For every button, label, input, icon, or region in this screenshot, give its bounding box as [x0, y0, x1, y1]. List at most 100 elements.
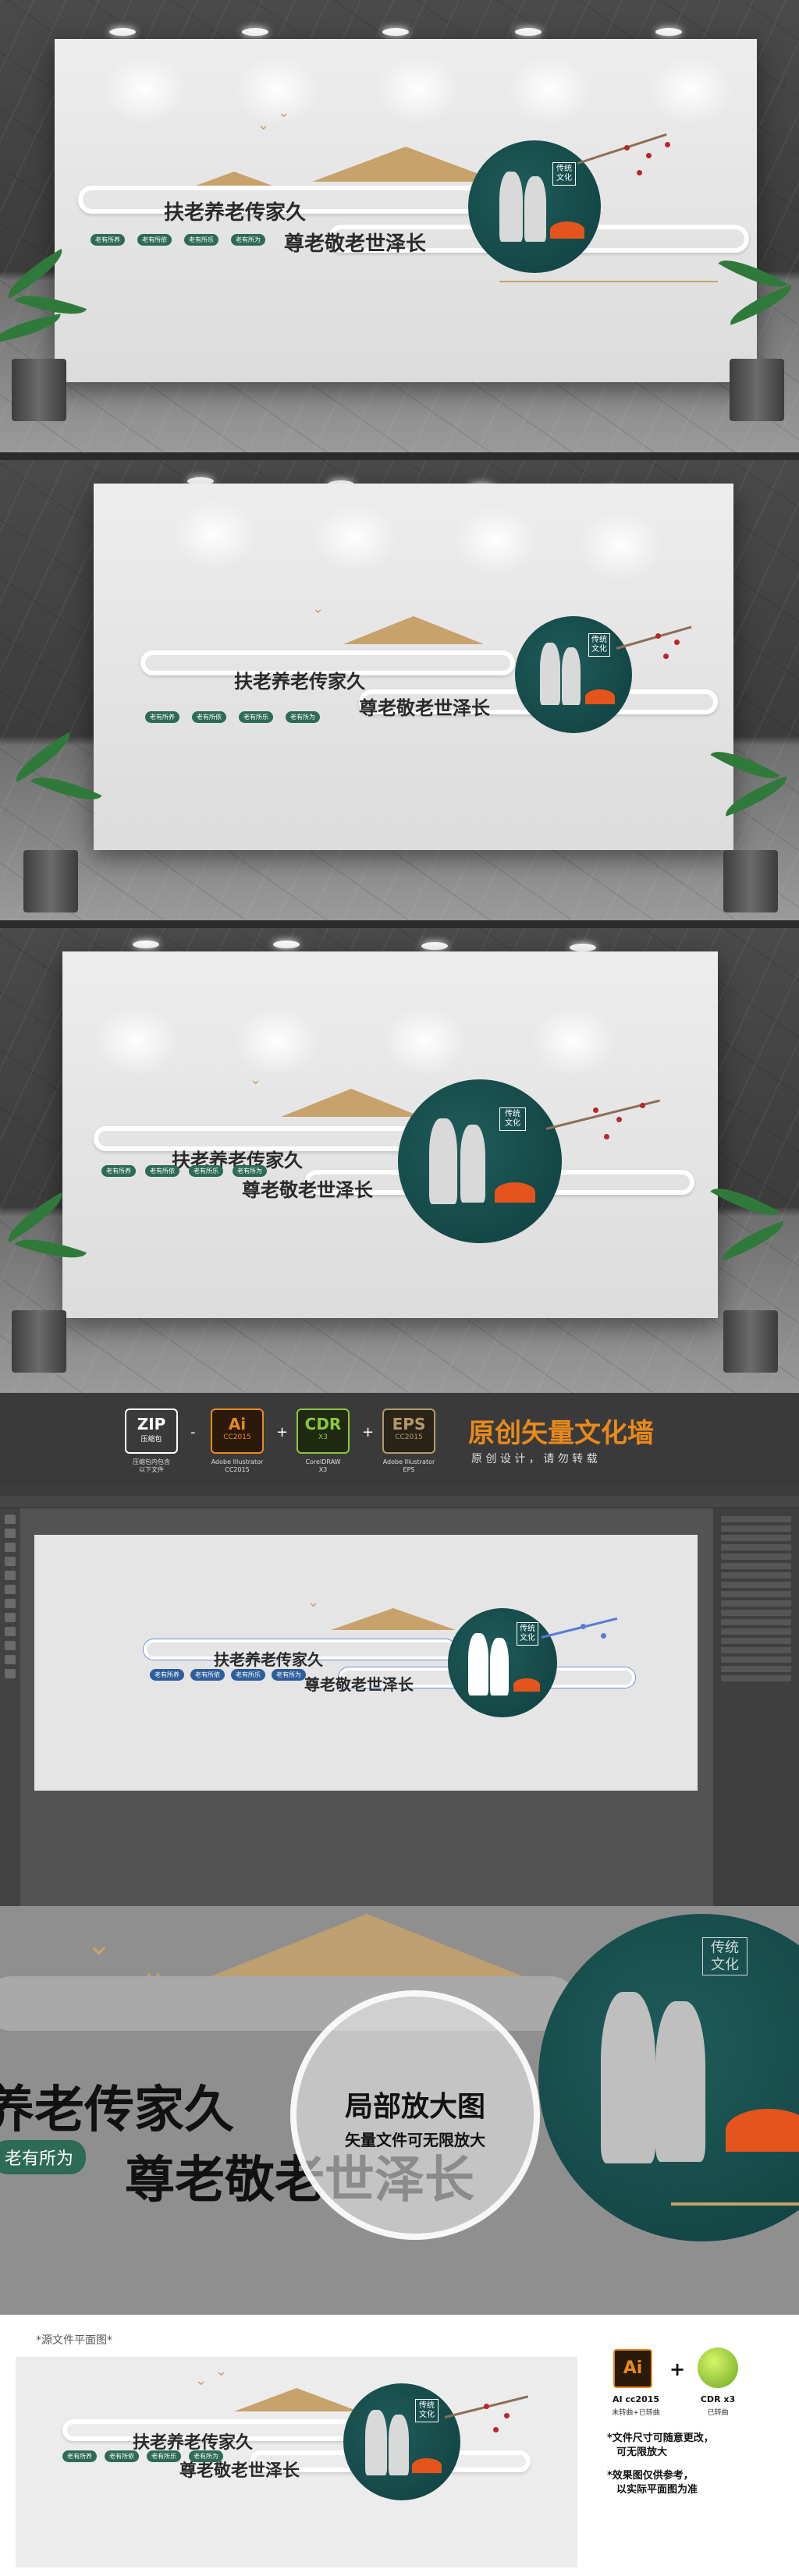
eps-label: EPS [392, 1415, 426, 1433]
ai-ver: CC2015 [223, 1433, 251, 1441]
ceiling-light [515, 28, 542, 36]
zoom-lens: 局部放大图 矢量文件可无限放大 [290, 1990, 540, 2240]
layer-row[interactable] [721, 1600, 791, 1607]
culture-wall-art: ⌄ ⌄ 传统文化 扶老养老传家久 尊老敬老世泽长 老有所养 老有所依 老有所乐 … [78, 105, 749, 328]
zoom-badge: 传统文化 [702, 1937, 748, 1976]
ceiling-light [655, 28, 682, 36]
layer-row[interactable] [721, 1666, 791, 1672]
layer-row[interactable] [721, 1619, 791, 1625]
wall-title-2: 尊老敬老世泽长 [359, 696, 490, 719]
rotate-tool-icon[interactable] [5, 1599, 16, 1608]
direct-selection-tool-icon[interactable] [5, 1529, 16, 1538]
eps-ver: CC2015 [395, 1433, 423, 1441]
slogan-pill: 老有所养 [62, 2450, 97, 2462]
gradient-tool-icon[interactable] [5, 1627, 16, 1636]
sun-shape [550, 221, 584, 239]
slogan-pill: 老有所乐 [231, 1669, 265, 1681]
layer-row[interactable] [721, 1628, 791, 1635]
zoom-detail-section: ⌄ ⌄ 养老传家久 老有所为 尊老敬老世泽长 传统文化 局部放大图 矢量文件可无… [0, 1906, 799, 2315]
menu-bar[interactable] [0, 1485, 799, 1496]
size-note-line1: *文件尺寸可随意更改， [607, 2432, 714, 2444]
layer-row[interactable] [721, 1525, 791, 1532]
layer-row[interactable] [721, 1591, 791, 1597]
mockup-scene-1: ⌄ ⌄ 传统文化 扶老养老传家久 尊老敬老世泽长 老有所养 老有所依 老有所乐 … [0, 0, 799, 452]
strip-subline: 原 创 设 计 ， 请 勿 转 载 [471, 1453, 598, 1465]
mockup-scene-2: ⌄ 传统文化 扶老养老传家久 尊老敬老世泽长 老有所养 老有所依 老有所乐 老有… [0, 460, 799, 920]
cdr-logo-icon [698, 2347, 738, 2388]
slogan-pill: 老有所养 [101, 1165, 136, 1177]
blossom [624, 145, 630, 151]
wall-title-2: 尊老敬老世泽长 [304, 1675, 414, 1694]
zip-format-icon: ZIP 压缩包 [125, 1408, 178, 1454]
gold-line [499, 281, 718, 282]
pen-tool-icon[interactable] [5, 1543, 16, 1552]
zip-caption: 压缩包内包含 以下文件 [133, 1458, 170, 1473]
ai-label: Ai [228, 1415, 247, 1433]
ceiling-light [109, 28, 136, 36]
slogan-pill: 老有所依 [105, 2450, 139, 2462]
zoom-left-text: 养老传家久 [0, 2081, 234, 2139]
ceiling-light [382, 28, 409, 36]
wall-board: ⌄ 传统文化 扶老养老传家久 尊老敬老世泽长 老有所养 老有所依 老有所乐 老有… [62, 951, 718, 1318]
scale-tool-icon[interactable] [5, 1613, 16, 1622]
ceiling-light [242, 28, 268, 36]
eps-caption: Adobe Illustrator EPS [382, 1458, 435, 1473]
potted-plant [710, 242, 799, 421]
layer-row[interactable] [721, 1610, 791, 1616]
bird-icon: ⌄ [278, 105, 290, 121]
cdr-label: CDR [304, 1415, 342, 1433]
cdr-version-label: CDR x3 [700, 2394, 736, 2404]
layer-row[interactable] [721, 1535, 791, 1541]
layer-row[interactable] [721, 1554, 791, 1560]
shape-tool-icon[interactable] [5, 1571, 16, 1580]
options-bar[interactable] [0, 1496, 799, 1508]
file-format-strip: ZIP 压缩包 压缩包内包含 以下文件 - Ai CC2015 Adobe Il… [0, 1393, 799, 1485]
ai-logo-icon: Ai [613, 2349, 652, 2388]
op-sign: + [276, 1424, 289, 1440]
layer-row[interactable] [721, 1675, 791, 1681]
layer-row[interactable] [721, 1638, 791, 1644]
size-note-line2: 可无限放大 [616, 2447, 668, 2458]
slogan-pill: 老有所依 [137, 234, 172, 246]
wall-title-1: 扶老养老传家久 [164, 201, 307, 225]
brush-tool-icon[interactable] [5, 1585, 16, 1594]
blossom [665, 142, 670, 147]
zoom-subtitle: 矢量文件可无限放大 [345, 2131, 485, 2149]
type-tool-icon[interactable] [5, 1557, 16, 1566]
strip-headline: 原创矢量文化墙 [468, 1418, 654, 1449]
ai-version-sub: 未转曲+已转曲 [612, 2409, 660, 2417]
culture-badge: 传统文化 [517, 1622, 538, 1646]
cdr-format-icon: CDR X3 [297, 1408, 350, 1454]
layer-row[interactable] [721, 1572, 791, 1579]
eps-format-icon: EPS CC2015 [382, 1408, 435, 1454]
culture-badge: 传统文化 [552, 162, 576, 186]
layer-row[interactable] [721, 1582, 791, 1588]
ai-format-icon: Ai CC2015 [211, 1408, 264, 1454]
slogan-pill: 老有所为 [233, 1165, 267, 1177]
layer-row[interactable] [721, 1544, 791, 1550]
mountain-shape [312, 147, 499, 182]
culture-badge: 传统文化 [415, 2399, 439, 2422]
zoom-pill: 老有所为 [0, 2140, 87, 2174]
culture-badge: 传统文化 [588, 633, 610, 657]
slogan-pill: 老有所养 [145, 711, 179, 723]
eyedropper-tool-icon[interactable] [5, 1641, 16, 1650]
layer-row[interactable] [721, 1657, 791, 1663]
mockup-scene-3: ⌄ 传统文化 扶老养老传家久 尊老敬老世泽长 老有所养 老有所依 老有所乐 老有… [0, 928, 799, 1393]
zoom-tool-icon[interactable] [5, 1669, 16, 1678]
layer-row[interactable] [721, 1516, 791, 1522]
selection-tool-icon[interactable] [5, 1515, 16, 1524]
elder-figure [499, 172, 523, 242]
wall-title-2: 尊老敬老世泽长 [242, 1178, 373, 1201]
wall-title-2: 尊老敬老世泽长 [284, 232, 427, 256]
culture-wall-art: ⌄ 传统文化 扶老养老传家久 尊老敬老世泽长 老有所养 老有所依 老有所乐 老有… [144, 1594, 643, 1753]
slogan-pill: 老有所乐 [147, 2450, 181, 2462]
layer-row[interactable] [721, 1647, 791, 1653]
page: ⌄ ⌄ 传统文化 扶老养老传家久 尊老敬老世泽长 老有所养 老有所依 老有所乐 … [0, 0, 799, 2576]
source-label: *源文件平面图* [36, 2334, 112, 2347]
preview-note-line2: 以实际平面图为准 [616, 2484, 698, 2496]
hand-tool-icon[interactable] [5, 1655, 16, 1664]
layer-row[interactable] [721, 1563, 791, 1569]
source-plan-section: *源文件平面图* ⌄ ⌄ 传统文化 扶老养老传家久 尊老敬老世泽长 老有所养 老… [0, 2315, 799, 2576]
artboard[interactable]: ⌄ 传统文化 扶老养老传家久 尊老敬老世泽长 老有所养 老有所依 老有所乐 老有… [34, 1535, 698, 1791]
